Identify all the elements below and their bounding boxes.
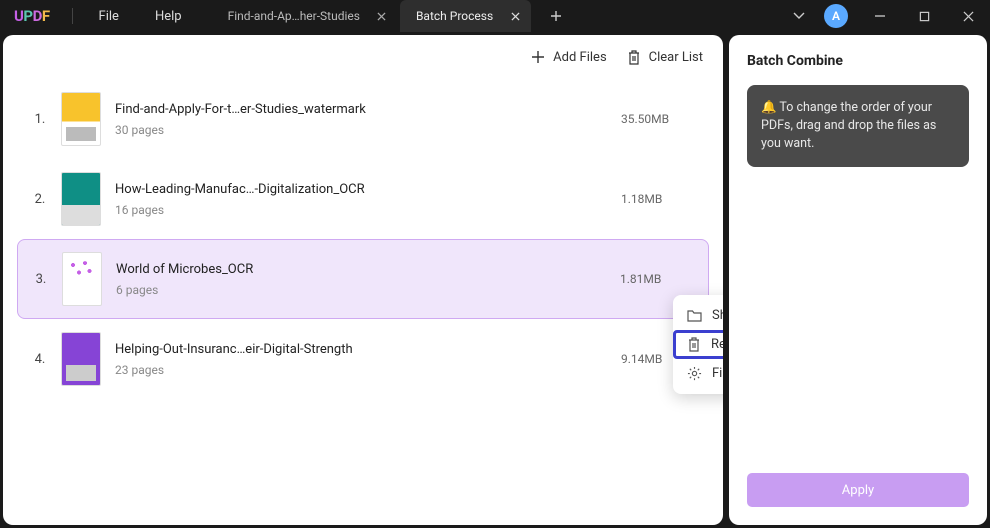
menu-file[interactable]: File [81, 9, 137, 24]
tab-active[interactable]: Batch Process [400, 0, 531, 32]
file-pages: 30 pages [115, 123, 621, 137]
file-row[interactable]: 3. World of Microbes_OCR 6 pages1.81MB [17, 239, 709, 319]
avatar[interactable]: A [824, 4, 848, 28]
file-size: 1.18MB [621, 192, 701, 206]
ctx-label: Show in Folder [712, 308, 723, 323]
file-list: 1. Find-and-Apply-For-t…er-Studies_waterm… [3, 79, 723, 525]
file-row[interactable]: 1. Find-and-Apply-For-t…er-Studies_waterm… [17, 79, 709, 159]
menu-help[interactable]: Help [137, 9, 200, 24]
row-index: 3. [26, 272, 56, 287]
content-area: Add Files Clear List 1. Find-and-Apply-Fo… [0, 32, 990, 528]
file-thumbnail [61, 172, 101, 226]
tab-label: Find-and-Ap…her-Studies [228, 9, 360, 23]
ctx-label: File Setting [712, 366, 723, 381]
close-window-button[interactable] [946, 0, 990, 32]
minimize-button[interactable] [858, 0, 902, 32]
ctx-remove-file[interactable]: Remove File [673, 330, 723, 359]
file-name: World of Microbes_OCR [116, 262, 620, 277]
ctx-label: Remove File [711, 337, 723, 352]
file-info: Find-and-Apply-For-t…er-Studies_watermar… [115, 102, 621, 137]
tabbar: Find-and-Ap…her-Studies Batch Process [212, 0, 572, 32]
new-tab-button[interactable] [541, 1, 571, 31]
file-thumbnail [61, 92, 101, 146]
toolbar: Add Files Clear List [3, 35, 723, 79]
file-info: Helping-Out-Insuranc…eir-Digital-Strengt… [115, 342, 621, 377]
ctx-file-setting[interactable]: File Setting [673, 359, 723, 388]
row-index: 1. [25, 112, 55, 127]
tab-label: Batch Process [416, 9, 493, 23]
clear-list-button[interactable]: Clear List [627, 50, 703, 65]
main-panel: Add Files Clear List 1. Find-and-Apply-Fo… [3, 35, 723, 525]
file-pages: 16 pages [115, 203, 621, 217]
titlebar: UPDF File Help Find-and-Ap…her-Studies B… [0, 0, 990, 32]
app-logo: UPDF [0, 7, 64, 25]
row-index: 4. [25, 352, 55, 367]
close-icon[interactable] [507, 8, 523, 24]
file-pages: 23 pages [115, 363, 621, 377]
tip-box: 🔔 To change the order of your PDFs, drag… [747, 85, 969, 167]
file-size: 35.50MB [621, 112, 701, 126]
close-icon[interactable] [374, 8, 390, 24]
file-thumbnail [61, 332, 101, 386]
ctx-show-in-folder[interactable]: Show in Folder [673, 301, 723, 330]
file-row[interactable]: 4. Helping-Out-Insuranc…eir-Digital-Stren… [17, 319, 709, 399]
folder-icon [687, 309, 702, 322]
add-files-button[interactable]: Add Files [531, 50, 606, 65]
window-controls: A [784, 0, 990, 32]
tab-inactive[interactable]: Find-and-Ap…her-Studies [212, 0, 398, 32]
apply-button[interactable]: Apply [747, 473, 969, 507]
maximize-button[interactable] [902, 0, 946, 32]
add-files-label: Add Files [553, 50, 606, 65]
trash-icon [627, 50, 641, 65]
file-pages: 6 pages [116, 283, 620, 297]
context-menu: Show in Folder Remove File File Setting [673, 295, 723, 394]
file-info: World of Microbes_OCR 6 pages [116, 262, 620, 297]
file-thumbnail [62, 252, 102, 306]
trash-icon [687, 337, 701, 352]
file-name: How-Leading-Manufac…-Digitalization_OCR [115, 182, 621, 197]
side-panel: Batch Combine 🔔 To change the order of y… [729, 35, 987, 525]
plus-icon [531, 50, 545, 64]
file-name: Helping-Out-Insuranc…eir-Digital-Strengt… [115, 342, 621, 357]
row-index: 2. [25, 192, 55, 207]
file-info: How-Leading-Manufac…-Digitalization_OCR 1… [115, 182, 621, 217]
divider [72, 8, 73, 24]
file-size: 1.81MB [620, 272, 700, 286]
clear-list-label: Clear List [649, 50, 703, 65]
file-name: Find-and-Apply-For-t…er-Studies_watermar… [115, 102, 621, 117]
gear-icon [687, 366, 702, 381]
chevron-down-icon[interactable] [784, 1, 814, 31]
file-row[interactable]: 2. How-Leading-Manufac…-Digitalization_OC… [17, 159, 709, 239]
side-title: Batch Combine [747, 53, 969, 69]
